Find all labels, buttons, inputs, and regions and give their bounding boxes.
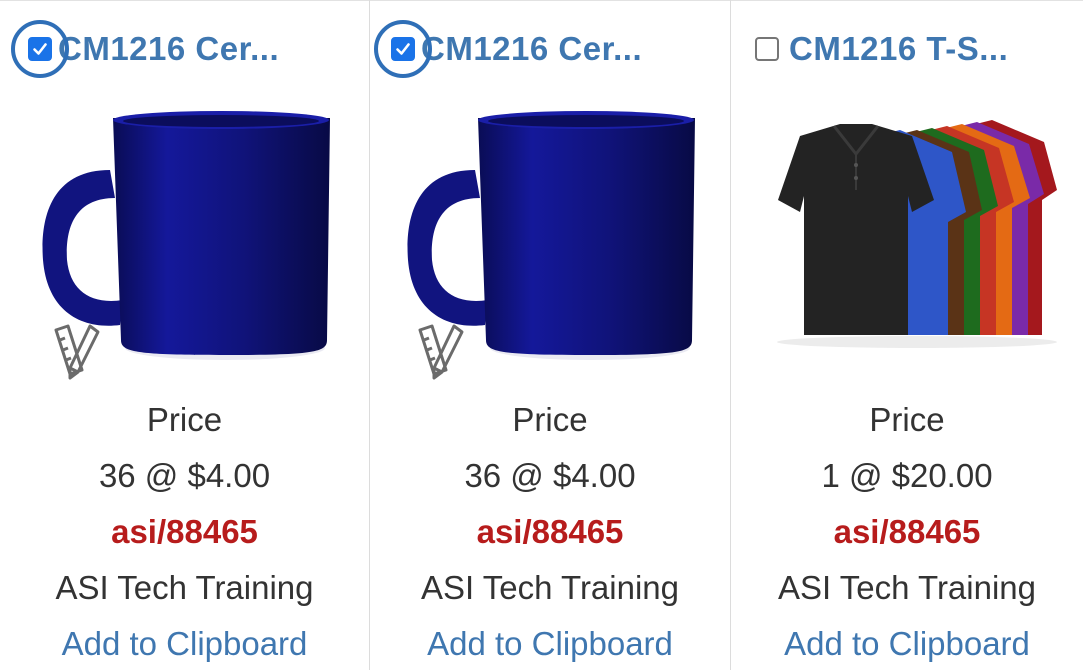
pencil-ruler-icon: [418, 324, 464, 380]
add-to-clipboard-link[interactable]: Add to Clipboard: [731, 616, 1083, 672]
add-to-clipboard-link[interactable]: Add to Clipboard: [0, 616, 369, 672]
select-checkbox-wrapper: [374, 20, 432, 78]
select-checkbox[interactable]: [28, 37, 52, 61]
product-image[interactable]: [731, 90, 1083, 380]
product-title-link[interactable]: CM1216 Cer...: [421, 30, 642, 68]
product-card: CM1216 T-S... Price 1 @ $20.00 asi/88465…: [731, 0, 1083, 670]
product-info: Price 1 @ $20.00 asi/88465 ASI Tech Trai…: [731, 392, 1083, 672]
product-title-row: CM1216 Cer...: [0, 20, 369, 78]
product-info: Price 36 @ $4.00 asi/88465 ASI Tech Trai…: [370, 392, 730, 672]
supplier-name: ASI Tech Training: [420, 569, 680, 606]
supplier-name: ASI Tech Training: [55, 569, 314, 606]
product-title-link[interactable]: CM1216 Cer...: [58, 30, 279, 68]
product-card: CM1216 Cer... Price 36 @ $4.00 asi/88465…: [0, 0, 370, 670]
product-grid: CM1216 Cer... Price 36 @ $4.00 asi/88465…: [0, 0, 1083, 670]
supplier-name: ASI Tech Training: [777, 569, 1037, 606]
add-to-clipboard-link[interactable]: Add to Clipboard: [370, 616, 730, 672]
price-label: Price: [869, 401, 945, 438]
select-checkbox-wrapper: [11, 20, 69, 78]
asi-number: asi/88465: [111, 513, 258, 550]
price-value: 1 @ $20.00: [821, 457, 993, 494]
select-checkbox[interactable]: [755, 37, 779, 61]
price-value: 36 @ $4.00: [98, 457, 271, 494]
price-label: Price: [512, 401, 588, 438]
product-info: Price 36 @ $4.00 asi/88465 ASI Tech Trai…: [0, 392, 369, 672]
pencil-ruler-icon: [54, 324, 100, 380]
product-title-row: CM1216 Cer...: [370, 20, 730, 78]
select-checkbox[interactable]: [391, 37, 415, 61]
price-label: Price: [146, 401, 223, 438]
product-card: CM1216 Cer... Price 36 @ $4.00 asi/88465…: [370, 0, 731, 670]
asi-number: asi/88465: [833, 513, 981, 550]
price-value: 36 @ $4.00: [464, 457, 636, 494]
checkmark-icon: [33, 43, 47, 55]
polo-shirts-image: [777, 120, 1057, 348]
asi-number: asi/88465: [476, 513, 624, 550]
select-checkbox-wrapper: [751, 33, 783, 65]
product-title-row: CM1216 T-S...: [731, 24, 1083, 74]
product-title-link[interactable]: CM1216 T-S...: [789, 30, 1008, 68]
checkmark-icon: [396, 43, 410, 55]
